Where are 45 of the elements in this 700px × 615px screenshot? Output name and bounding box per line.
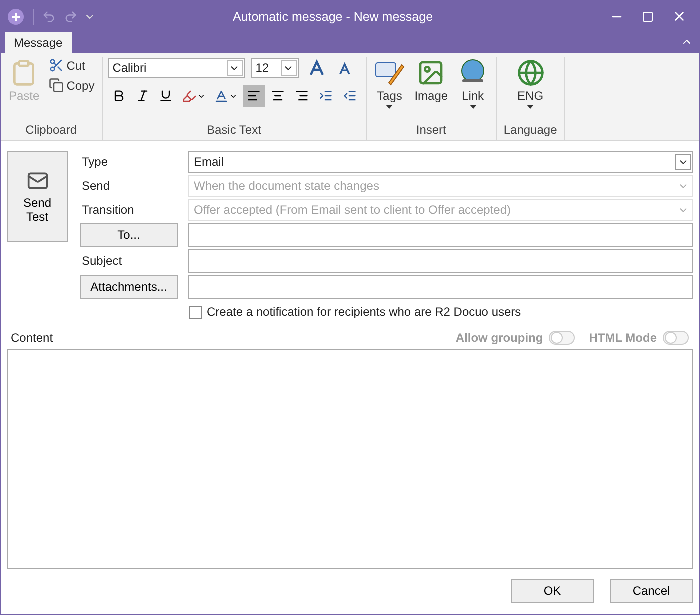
group-label: Clipboard [26,123,78,139]
field-label: Type [81,155,110,169]
toggle-switch[interactable] [549,331,576,345]
insert-button[interactable]: Image [412,57,452,123]
align-left-icon[interactable] [243,85,266,107]
language-button[interactable]: ENG [514,57,548,123]
group-label: Insert [416,123,446,139]
field-button[interactable]: Attachments... [80,275,178,299]
send-test-button[interactable]: Send Test [7,151,68,242]
cut-button[interactable]: Cut [46,57,97,74]
checkbox[interactable] [189,306,202,318]
toggle-switch[interactable] [663,331,689,345]
font-size-dropdown[interactable]: 12 [250,58,299,78]
copy-icon [48,78,64,93]
group-label: Language [504,123,558,139]
close-icon[interactable] [672,9,687,24]
group-label: Basic Text [206,123,262,139]
copy-button[interactable]: Copy [46,77,97,94]
field-label: Subject [81,254,124,268]
input-field[interactable] [188,223,693,247]
caret-icon [527,105,534,109]
field-label: Send [81,179,112,193]
insert-button[interactable]: Link [455,57,492,123]
globe-icon [516,59,545,87]
toggle-label: HTML Mode [589,331,657,345]
dialog-button[interactable]: OK [511,579,594,603]
app-logo-icon [7,8,25,26]
caret-icon [386,105,394,109]
content-label: Content [11,331,54,345]
image-icon [417,59,446,87]
input-field[interactable] [188,249,693,273]
window-title: Automatic message - New message [232,10,434,24]
toggle-label: Allow grouping [456,331,544,345]
checkbox-label: Create a notification for recipients who are R2 Docuo users [207,305,522,319]
input-field[interactable] [188,275,693,299]
field-label: Transition [81,203,136,217]
scissors-icon [48,58,64,73]
maximize-icon[interactable] [642,10,654,22]
dialog-button[interactable]: Cancel [610,579,693,603]
field-button[interactable]: To... [80,223,178,247]
font-family-dropdown[interactable]: Calibri [108,58,245,78]
dropdown-field[interactable]: Email [188,151,693,173]
ribbon-tab[interactable]: Message [5,32,72,53]
caret-icon [470,105,477,109]
insert-button[interactable]: Tags [372,57,408,123]
